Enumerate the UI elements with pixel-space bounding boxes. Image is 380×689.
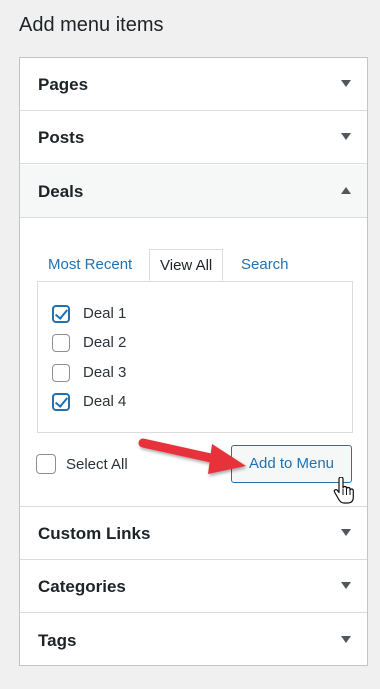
tab-view-all[interactable]: View All bbox=[149, 249, 224, 281]
panel-title: Add menu items bbox=[19, 14, 164, 36]
section-deals[interactable]: Deals bbox=[20, 165, 367, 218]
hand-pointer-icon bbox=[333, 477, 354, 504]
deals-checklist: Deal 1 Deal 2 Deal 3 Deal 4 bbox=[37, 281, 353, 433]
tab-most-recent[interactable]: Most Recent bbox=[48, 249, 132, 281]
section-categories-label: Categories bbox=[38, 577, 126, 596]
deal-checkbox[interactable] bbox=[52, 305, 70, 323]
tab-search[interactable]: Search bbox=[241, 249, 289, 281]
deal-label: Deal 1 bbox=[83, 305, 127, 322]
section-deals-label: Deals bbox=[38, 182, 84, 201]
add-menu-items-panel: Pages Posts Deals Most Recent View All S… bbox=[19, 57, 368, 666]
section-posts-label: Posts bbox=[38, 128, 85, 147]
select-all-label: Select All bbox=[66, 456, 128, 473]
deal-checkbox[interactable] bbox=[52, 364, 70, 382]
caret-down-icon bbox=[341, 133, 351, 140]
deal-label: Deal 3 bbox=[83, 364, 127, 381]
section-custom-links[interactable]: Custom Links bbox=[20, 507, 367, 560]
caret-down-icon bbox=[341, 529, 351, 536]
deal-checkbox[interactable] bbox=[52, 393, 70, 411]
caret-down-icon bbox=[341, 80, 351, 87]
section-tags-label: Tags bbox=[38, 631, 77, 650]
caret-down-icon bbox=[341, 582, 351, 589]
select-all-checkbox[interactable] bbox=[36, 454, 56, 474]
caret-up-icon bbox=[341, 187, 351, 194]
section-categories[interactable]: Categories bbox=[20, 560, 367, 613]
deal-checkbox[interactable] bbox=[52, 334, 70, 352]
section-custom-links-label: Custom Links bbox=[38, 524, 151, 543]
section-tags[interactable]: Tags bbox=[20, 614, 367, 667]
section-pages[interactable]: Pages bbox=[20, 58, 367, 111]
deal-label: Deal 4 bbox=[83, 393, 127, 410]
section-posts[interactable]: Posts bbox=[20, 111, 367, 164]
caret-down-icon bbox=[341, 636, 351, 643]
deal-label: Deal 2 bbox=[83, 334, 127, 351]
red-arrow-icon bbox=[138, 438, 246, 474]
section-pages-label: Pages bbox=[38, 75, 89, 94]
